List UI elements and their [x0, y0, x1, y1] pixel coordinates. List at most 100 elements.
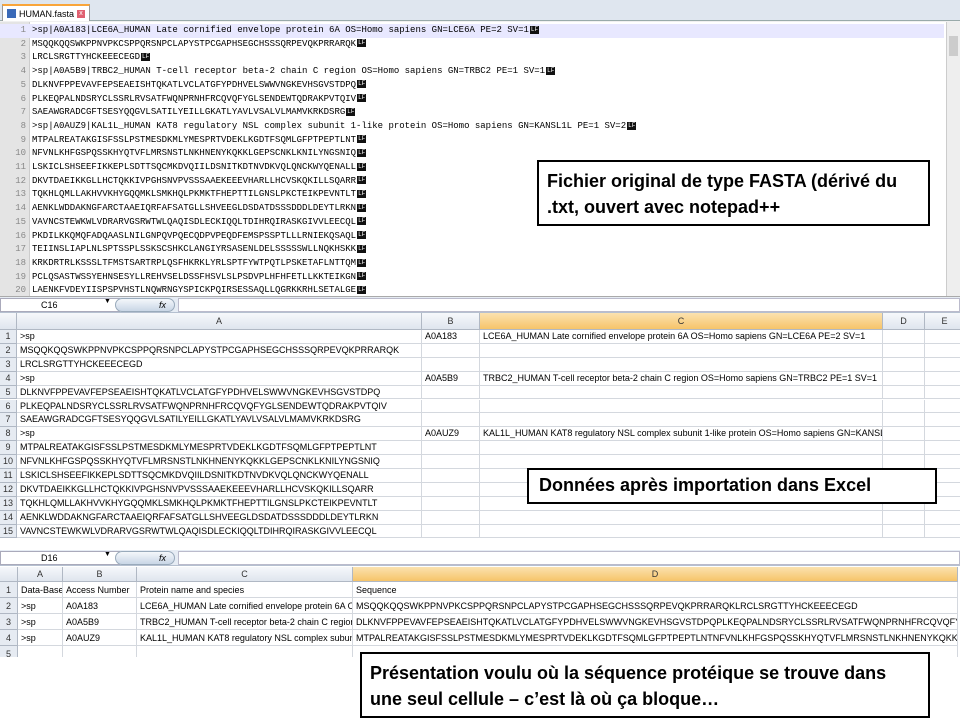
- editor-line[interactable]: 18 KRKDRTRLKSSSLTFMSTSARTRPLQSFHKRKLYRLSP…: [0, 257, 944, 271]
- row-number[interactable]: 4: [0, 371, 17, 386]
- editor-line[interactable]: 9 MTPALREATAKGISFSSLPSTMESDKMLYMESPRTVDEK…: [0, 134, 944, 148]
- cell-c3[interactable]: [480, 357, 883, 372]
- cell-a14[interactable]: AENKLWDDAKNGFARCTAAEIQRFAFSATGLLSHVEEGLD…: [17, 510, 422, 525]
- column-header-b[interactable]: B: [63, 567, 137, 582]
- cell-e10[interactable]: [925, 455, 960, 469]
- row-number[interactable]: 15: [0, 524, 17, 539]
- row-number[interactable]: 3: [0, 614, 18, 630]
- cell-b3[interactable]: A0A5B9: [63, 614, 137, 630]
- cell-c7[interactable]: [480, 413, 883, 428]
- row-number[interactable]: 3: [0, 357, 17, 372]
- cell-c2[interactable]: LCE6A_HUMAN Late cornified envelope prot…: [137, 598, 353, 614]
- editor-line[interactable]: 3 LRCLSRGTTYHCKEEECEGD LF: [0, 51, 944, 65]
- editor-line[interactable]: 19 PCLQSASTWSSYEHNSESYLLREHVSELDSSFHSVLSL…: [0, 271, 944, 285]
- cell-e1[interactable]: [925, 330, 960, 344]
- cell-a1[interactable]: Data-Base: [18, 582, 63, 598]
- editor-line[interactable]: 4 >sp|A0A5B9|TRBC2_HUMAN T-cell receptor …: [0, 65, 944, 79]
- formula-input[interactable]: [178, 298, 960, 312]
- row-number[interactable]: 2: [0, 343, 17, 358]
- cell-d2[interactable]: [883, 343, 925, 358]
- row-number[interactable]: 10: [0, 455, 17, 469]
- cell-b5[interactable]: [422, 385, 480, 400]
- select-all-corner[interactable]: [0, 313, 17, 330]
- column-header-d[interactable]: D: [883, 313, 925, 330]
- cell-c1[interactable]: LCE6A_HUMAN Late cornified envelope prot…: [480, 330, 883, 344]
- cell-b9[interactable]: [422, 441, 480, 456]
- cell-b4[interactable]: A0A5B9: [422, 371, 480, 386]
- cell-a1[interactable]: >sp: [17, 330, 422, 344]
- cell-d1[interactable]: [883, 330, 925, 344]
- editor-line[interactable]: 10 NFVNLKHFGSPQSSKHYQTVFLMRSNSTLNKHNENYKQ…: [0, 147, 944, 161]
- row-number[interactable]: 5: [0, 646, 18, 657]
- cell-c8[interactable]: KAL1L_HUMAN KAT8 regulatory NSL complex …: [480, 427, 883, 442]
- cell-e6[interactable]: [925, 400, 960, 414]
- cell-b3[interactable]: [422, 357, 480, 372]
- cell-a5[interactable]: [18, 646, 63, 657]
- editor-line[interactable]: 8 >sp|A0AUZ9|KAL1L_HUMAN KAT8 regulatory …: [0, 120, 944, 134]
- row-number[interactable]: 1: [0, 330, 17, 344]
- cell-e9[interactable]: [925, 441, 960, 456]
- cell-a7[interactable]: SAEAWGRADCGFTSESYQQGVLSATILYEILLGKATLYAV…: [17, 413, 422, 428]
- cell-d3[interactable]: [883, 357, 925, 372]
- text-editor[interactable]: 1 >sp|A0A183|LCE6A_HUMAN Late cornified e…: [0, 22, 960, 296]
- row-number[interactable]: 9: [0, 441, 17, 456]
- editor-line[interactable]: 17 TEIINSLIAPLNLSPTSSPLSSKSCSHKCLANGIYRSA…: [0, 243, 944, 257]
- cell-e2[interactable]: [925, 344, 960, 358]
- cell-a9[interactable]: MTPALREATAKGISFSSLPSTMESDKMLYMESPRTVDEKL…: [17, 441, 422, 456]
- cell-e5[interactable]: [925, 386, 960, 400]
- cell-d6[interactable]: [883, 399, 925, 414]
- cell-d14[interactable]: [883, 510, 925, 525]
- cell-d7[interactable]: [883, 413, 925, 428]
- formula-input[interactable]: [178, 551, 960, 565]
- cell-a4[interactable]: >sp: [17, 371, 422, 386]
- cell-c3[interactable]: TRBC2_HUMAN T-cell receptor beta-2 chain…: [137, 614, 353, 630]
- cell-a12[interactable]: DKVTDAEIKKGLLHCTQKKIVPGHSNVPVSSSAAEKEEEV…: [17, 482, 422, 497]
- cell-c4[interactable]: TRBC2_HUMAN T-cell receptor beta-2 chain…: [480, 371, 883, 386]
- column-header-b[interactable]: B: [422, 313, 480, 330]
- row-number[interactable]: 14: [0, 510, 17, 525]
- editor-line[interactable]: 1 >sp|A0A183|LCE6A_HUMAN Late cornified e…: [0, 24, 944, 38]
- cell-d3[interactable]: DLKNVFPPEVAVFEPSEAEISHTQKATLVCLATGFYPDHV…: [353, 614, 958, 630]
- row-number[interactable]: 7: [0, 413, 17, 428]
- cell-b10[interactable]: [422, 455, 480, 469]
- cell-a2[interactable]: MSQQKQQSWKPPNVPKCSPPQRSNPCLAPYSTPCGAPHSE…: [17, 343, 422, 358]
- editor-line[interactable]: 2 MSQQKQQSWKPPNVPKCSPPQRSNPCLAPYSTPCGAPHS…: [0, 38, 944, 52]
- cell-a2[interactable]: >sp: [18, 598, 63, 614]
- row-number[interactable]: 6: [0, 399, 17, 414]
- cell-e15[interactable]: [925, 525, 960, 539]
- cell-e3[interactable]: [925, 358, 960, 372]
- cell-b15[interactable]: [422, 524, 480, 539]
- cell-b12[interactable]: [422, 482, 480, 497]
- editor-line[interactable]: 7 SAEAWGRADCGFTSESYQQGVLSATILYEILLGKATLYA…: [0, 106, 944, 120]
- cell-a15[interactable]: VAVNCSTEWKWLVDRARVGSRWTWLQAQISDLECKIQQLT…: [17, 524, 422, 539]
- column-header-c[interactable]: C: [480, 313, 883, 330]
- row-number[interactable]: 2: [0, 598, 18, 614]
- cell-d5[interactable]: [883, 385, 925, 400]
- cell-e14[interactable]: [925, 511, 960, 525]
- row-number[interactable]: 8: [0, 427, 17, 442]
- cell-a3[interactable]: LRCLSRGTTYHCKEEECEGD: [17, 357, 422, 372]
- cell-a10[interactable]: NFVNLKHFGSPQSSKHYQTVFLMRSNSTLNKHNENYKQKK…: [17, 455, 422, 469]
- row-number[interactable]: 11: [0, 469, 17, 483]
- cell-b14[interactable]: [422, 510, 480, 525]
- chevron-down-icon[interactable]: ▼: [104, 551, 111, 558]
- cell-b1[interactable]: A0A183: [422, 330, 480, 344]
- tab-human-fasta[interactable]: HUMAN.fasta x: [2, 4, 91, 21]
- column-header-a[interactable]: A: [18, 567, 63, 582]
- cell-b4[interactable]: A0AUZ9: [63, 630, 137, 646]
- cell-b11[interactable]: [422, 469, 480, 483]
- column-header-d[interactable]: D: [353, 567, 958, 582]
- row-number[interactable]: 5: [0, 385, 17, 400]
- cell-c2[interactable]: [480, 343, 883, 358]
- cell-d4[interactable]: [883, 371, 925, 386]
- cell-a4[interactable]: >sp: [18, 630, 63, 646]
- row-number[interactable]: 4: [0, 630, 18, 646]
- cell-d2[interactable]: MSQQKQQSWKPPNVPKCSPPQRSNPCLAPYSTPCGAPHSE…: [353, 598, 958, 614]
- cell-e4[interactable]: [925, 372, 960, 386]
- cell-c5[interactable]: [137, 646, 353, 657]
- cell-d9[interactable]: [883, 441, 925, 456]
- cell-d8[interactable]: [883, 427, 925, 442]
- chevron-down-icon[interactable]: ▼: [104, 298, 111, 305]
- cell-b8[interactable]: A0AUZ9: [422, 427, 480, 442]
- cell-c5[interactable]: [480, 385, 883, 400]
